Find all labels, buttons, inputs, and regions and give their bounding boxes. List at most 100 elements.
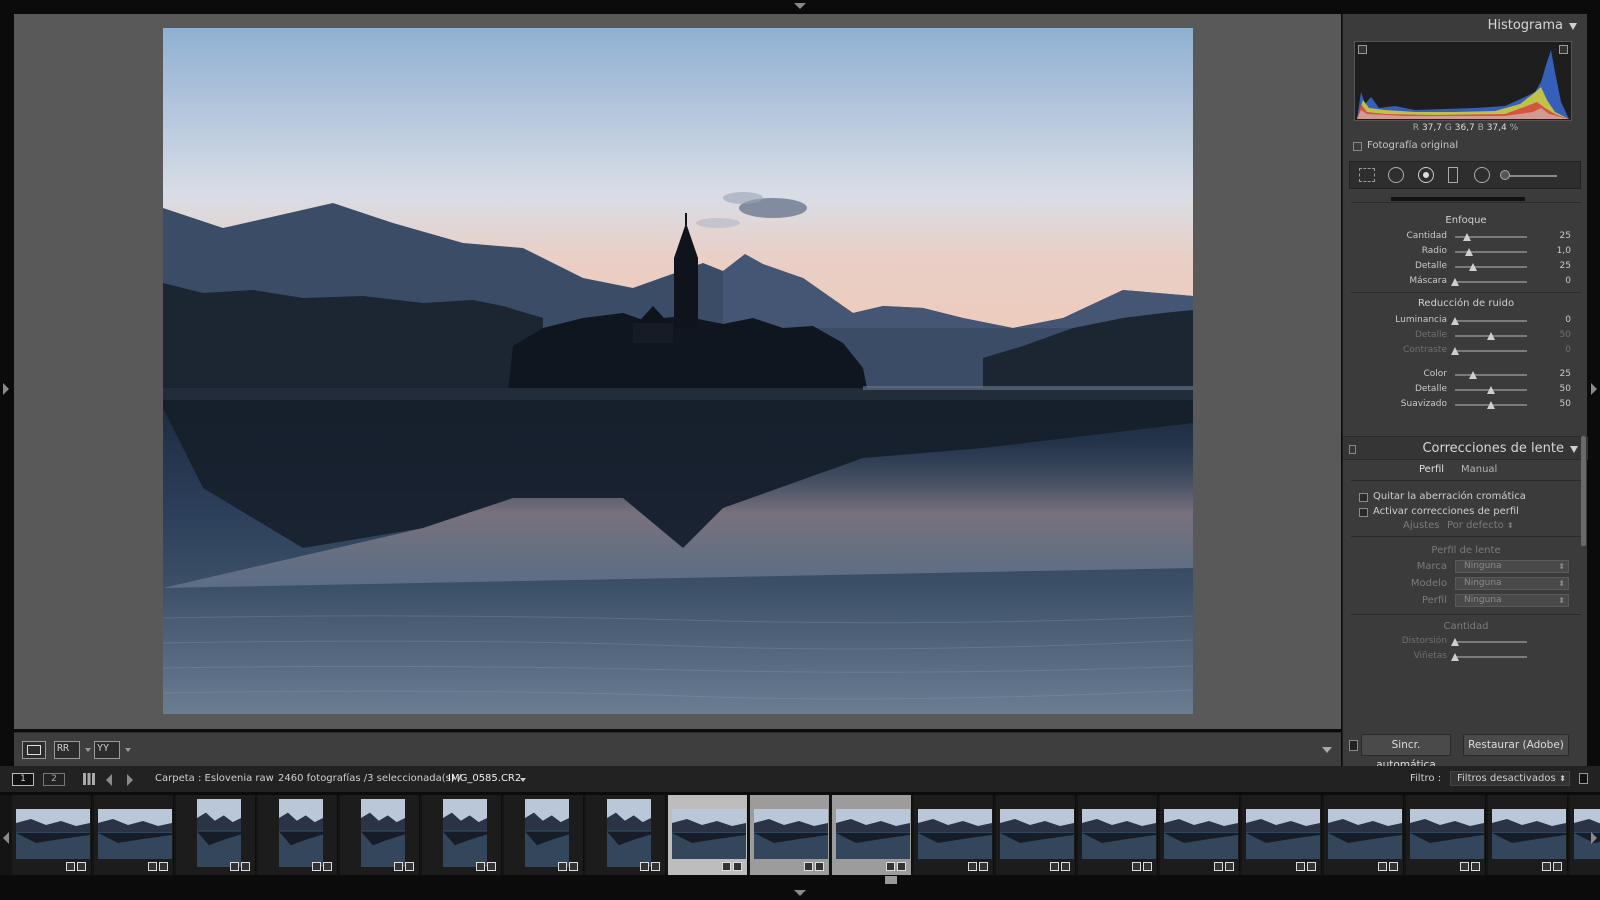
filmstrip-thumbnail[interactable] [422,795,502,875]
noise-slider-row[interactable]: Luminancia 0 [1351,313,1581,328]
keyword-badge-icon[interactable] [968,862,977,871]
sharpen-slider-track[interactable] [1455,263,1527,271]
highlight-clipping-icon[interactable] [1559,45,1568,54]
filmstrip-thumbnail[interactable] [1406,795,1486,875]
keyword-badge-icon[interactable] [312,862,321,871]
grid-view-icon[interactable] [83,773,95,785]
filmstrip-thumbnail[interactable] [94,795,174,875]
filmstrip-thumbnail[interactable] [996,795,1076,875]
noise-slider-row[interactable]: Detalle 50 [1351,382,1581,397]
filmstrip-thumbnail[interactable] [668,795,748,875]
before-after-options-chevron-icon[interactable] [125,748,131,752]
reset-button[interactable]: Restaurar (Adobe) [1463,734,1569,756]
sharpen-slider-thumb[interactable] [1462,233,1471,241]
lens-corrections-header[interactable]: Correcciones de lente [1343,436,1588,460]
original-photo-checkbox[interactable] [1353,142,1362,151]
noise-slider-row[interactable]: Suavizado 50 [1351,397,1581,412]
noise-slider-thumb[interactable] [1469,371,1477,379]
edited-badge-icon[interactable] [1225,862,1234,871]
sharpen-slider-track[interactable] [1451,278,1527,286]
keyword-badge-icon[interactable] [1378,862,1387,871]
sharpen-slider-value[interactable]: 1,0 [1557,246,1571,256]
sharpen-slider-row[interactable]: Detalle 25 [1351,259,1581,274]
keyword-badge-icon[interactable] [804,862,813,871]
noise-slider-track[interactable] [1455,401,1527,409]
secondary-window-button[interactable]: 2 [43,773,65,786]
amount-slider-row[interactable]: Distorsión [1351,634,1581,649]
folder-source[interactable]: Carpeta : Eslovenia raw [155,773,274,784]
filter-lock-icon[interactable] [1579,773,1588,784]
filmstrip-scroll-left-icon[interactable] [3,832,9,844]
noise-slider-value[interactable]: 50 [1560,399,1571,409]
current-filename[interactable]: IMG_0585.CR2 [448,773,521,784]
filmstrip-thumbnail[interactable] [1160,795,1240,875]
auto-sync-button[interactable]: Sincr. automática [1361,734,1451,771]
filmstrip-thumbnail[interactable] [258,795,338,875]
collapse-histogram-icon[interactable] [1569,23,1577,30]
edited-badge-icon[interactable] [323,862,332,871]
compare-options-chevron-icon[interactable] [85,748,91,752]
adjustment-brush-tool-icon[interactable] [1505,175,1557,177]
histogram-graph[interactable] [1354,41,1572,121]
edited-badge-icon[interactable] [1143,862,1152,871]
edited-badge-icon[interactable] [77,862,86,871]
noise-slider-value[interactable]: 50 [1560,384,1571,394]
keyword-badge-icon[interactable] [148,862,157,871]
noise-slider-value[interactable]: 0 [1565,315,1571,325]
noise-slider-row[interactable]: Detalle 50 [1351,328,1581,343]
crop-tool-icon[interactable] [1359,168,1375,182]
sharpen-slider-value[interactable]: 25 [1560,261,1571,271]
edited-badge-icon[interactable] [1061,862,1070,871]
noise-slider-thumb[interactable] [1487,386,1495,394]
noise-slider-thumb[interactable] [1487,401,1495,409]
edited-badge-icon[interactable] [487,862,496,871]
noise-slider-row[interactable]: Contraste 0 [1351,343,1581,358]
radial-filter-tool-icon[interactable] [1474,167,1490,183]
profile-select[interactable]: Perfil Ninguna [1351,594,1581,608]
right-panel-toggle-icon[interactable] [1591,383,1597,395]
sharpen-slider-row[interactable]: Cantidad 25 [1351,229,1581,244]
keyword-badge-icon[interactable] [230,862,239,871]
amount-slider-thumb[interactable] [1451,638,1459,646]
tab-manual[interactable]: Manual [1461,464,1497,475]
filmstrip-thumbnail[interactable] [832,795,912,875]
edited-badge-icon[interactable] [815,862,824,871]
keyword-badge-icon[interactable] [1542,862,1551,871]
sync-switch-icon[interactable] [1349,740,1358,751]
filmstrip-thumbnail[interactable] [504,795,584,875]
edited-badge-icon[interactable] [1553,862,1562,871]
edited-badge-icon[interactable] [651,862,660,871]
noise-slider-thumb[interactable] [1451,317,1459,325]
red-eye-tool-icon[interactable] [1418,167,1434,183]
bottom-panel-toggle-icon[interactable] [794,890,806,896]
main-photo[interactable] [163,28,1193,714]
compare-view-button[interactable]: RR [54,741,80,759]
histogram-header[interactable]: Histograma [1488,18,1563,33]
make-select[interactable]: Marca Ninguna [1351,560,1581,574]
noise-slider-track[interactable] [1451,347,1527,355]
panel-scrollbar[interactable] [1581,436,1586,546]
amount-slider-row[interactable]: Viñetas [1351,649,1581,664]
edited-badge-icon[interactable] [405,862,414,871]
filmstrip-thumbnail[interactable] [586,795,666,875]
filmstrip-thumbnail[interactable] [176,795,256,875]
forward-arrow-icon[interactable] [127,774,133,786]
edited-badge-icon[interactable] [733,862,742,871]
edited-badge-icon[interactable] [1471,862,1480,871]
settings-select[interactable]: Por defecto ⬍ [1447,520,1514,531]
keyword-badge-icon[interactable] [394,862,403,871]
noise-slider-thumb[interactable] [1451,347,1459,355]
sharpen-slider-track[interactable] [1455,248,1527,256]
filmstrip-scroll-right-icon[interactable] [1591,832,1597,844]
sharpen-slider-track[interactable] [1455,233,1527,241]
noise-slider-track[interactable] [1451,317,1527,325]
filename-dropdown-icon[interactable] [520,778,526,782]
noise-slider-value[interactable]: 50 [1560,330,1571,340]
graduated-filter-tool-icon[interactable] [1448,167,1458,183]
noise-slider-row[interactable]: Color 25 [1351,367,1581,382]
sharpen-slider-value[interactable]: 25 [1560,231,1571,241]
filmstrip-thumbnail[interactable] [750,795,830,875]
edited-badge-icon[interactable] [979,862,988,871]
profile-corrections-checkbox[interactable] [1359,508,1368,517]
left-panel-toggle-icon[interactable] [3,383,9,395]
